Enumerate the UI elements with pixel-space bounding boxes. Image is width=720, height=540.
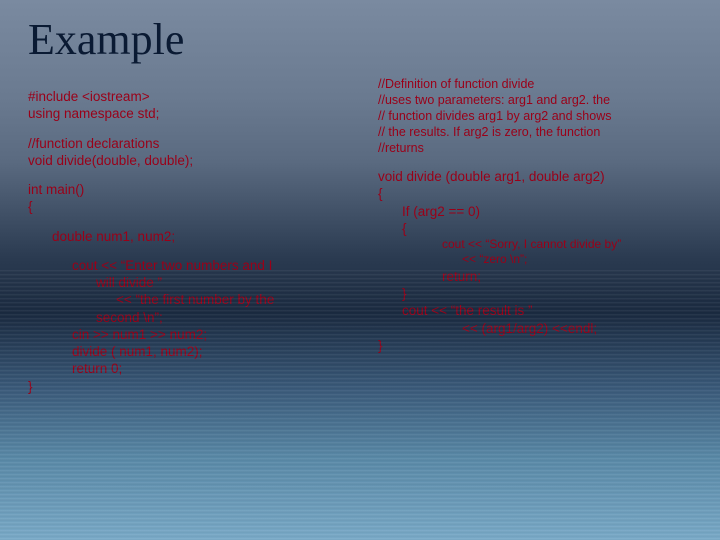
code-line: cout << “Enter two numbers and I [72,257,363,274]
comment-line: //returns [378,140,708,156]
code-line: << (arg1/arg2) <<endl; [378,320,708,337]
code-column-left: #include <iostream> using namespace std;… [28,88,363,395]
code-line: { [378,220,708,237]
code-line: cout << “the result is ” [378,302,708,319]
slide: Example #include <iostream> using namesp… [0,0,720,540]
comment-line: //uses two parameters: arg1 and arg2. th… [378,92,708,108]
code-line: } [378,285,708,302]
code-line: } [28,378,363,395]
code-line: will divide ” [72,274,363,291]
slide-title: Example [28,14,184,65]
code-line: { [378,185,708,202]
code-line: #include <iostream> [28,88,363,105]
code-line: second \n”; [72,309,363,326]
code-line: cin >> num1 >> num2; [72,326,363,343]
code-line: using namespace std; [28,105,363,122]
code-column-right: //Definition of function divide //uses t… [378,76,708,354]
code-line: void divide(double, double); [28,152,363,169]
comment-line: //Definition of function divide [378,76,708,92]
code-line: divide ( num1, num2); [72,343,363,360]
code-line: double num1, num2; [52,228,363,245]
code-line: cout << “Sorry, I cannot divide by” [378,237,708,252]
code-line: } [378,337,708,354]
code-line: //function declarations [28,135,363,152]
comment-line: // function divides arg1 by arg2 and sho… [378,108,708,124]
code-line: { [28,198,363,215]
code-line: void divide (double arg1, double arg2) [378,168,708,185]
code-line: If (arg2 == 0) [378,203,708,220]
code-line: << “zero \n”; [378,252,708,267]
comment-line: // the results. If arg2 is zero, the fun… [378,124,708,140]
code-line: << “the first number by the [72,291,363,308]
code-line: return 0; [72,360,363,377]
code-line: int main() [28,181,363,198]
code-line: return; [378,268,708,285]
